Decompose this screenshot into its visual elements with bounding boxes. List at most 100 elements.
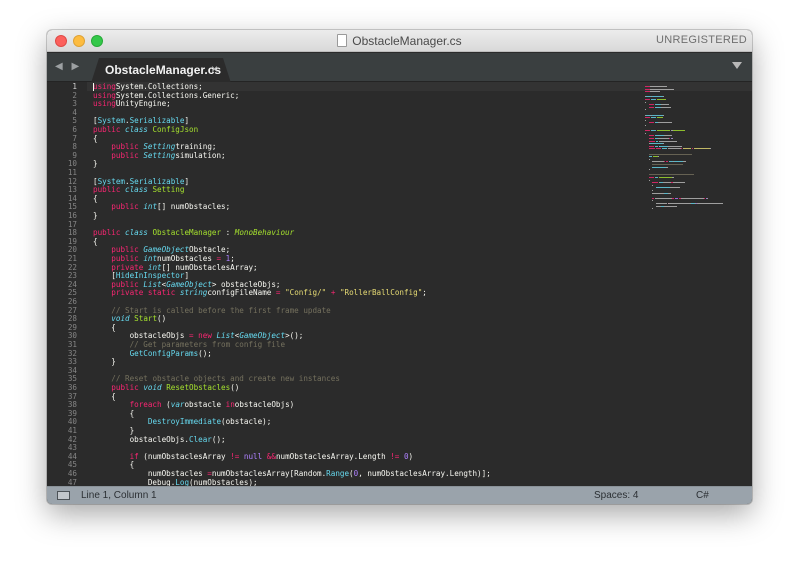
code-token: string	[179, 288, 208, 298]
minimap-stroke	[648, 169, 650, 171]
minimap-stroke	[655, 187, 671, 189]
minimap-stroke	[656, 99, 666, 100]
code-token: static	[147, 288, 176, 298]
code-token: }	[93, 357, 116, 367]
code-line[interactable]: usingUnityEngine;	[93, 99, 171, 109]
code-line[interactable]: obstacleObjs.Clear();	[93, 434, 226, 445]
minimap-stroke	[648, 135, 654, 137]
minimap-stroke	[649, 143, 663, 145]
minimap-stroke	[648, 106, 654, 108]
panel-toggle-icon[interactable]	[57, 491, 70, 500]
code-token: >();	[285, 331, 304, 341]
code-token: configFileName	[207, 288, 276, 298]
minimap-stroke	[693, 148, 710, 150]
minimap-stroke	[648, 156, 653, 158]
code-token: simulation;	[175, 150, 226, 160]
window-title-wrap: ObstacleManager.cs	[47, 33, 752, 49]
tab-close-icon[interactable]: ×	[211, 62, 218, 76]
minimap-stroke	[659, 145, 669, 147]
code-token: ()	[230, 383, 240, 392]
minimap-stroke	[663, 135, 672, 137]
minimap-stroke	[657, 122, 672, 124]
minimap-stroke	[654, 135, 664, 137]
code-token: ()	[157, 314, 167, 324]
code-area[interactable]: usingSystem.Collections; usingSystem.Coll…	[93, 82, 633, 486]
code-line[interactable]: public class ObstacleManager : MonoBehav…	[93, 228, 294, 238]
tab-dropdown-icon[interactable]	[732, 62, 742, 69]
code-editor[interactable]: 1 2 3 4 5 6 7 8 9 10 11 12 13 14 15 16 17 18 19 20 21 22 23 24 2…	[47, 82, 752, 486]
code-token: class	[125, 228, 148, 238]
code-line[interactable]: if (numObstaclesArray != null &&numObsta…	[93, 451, 414, 462]
code-token: }	[93, 159, 98, 169]
tab-bar: ◀ ▶ ObstacleManager.cs ×	[47, 53, 752, 82]
minimap-stroke	[652, 182, 659, 184]
minimap-stroke	[663, 143, 664, 145]
line-number-gutter: 1 2 3 4 5 6 7 8 9 10 11 12 13 14 15 16 17 18 19 20 21 22 23 24 2…	[47, 82, 87, 486]
code-token: Setting	[152, 185, 185, 195]
text-cursor	[93, 83, 94, 91]
code-token: Setting	[143, 150, 176, 160]
code-token: in	[225, 400, 235, 410]
code-line[interactable]: private static stringconfigFileName = "C…	[93, 289, 427, 298]
minimap-stroke	[670, 187, 681, 189]
minimap-stroke	[697, 203, 724, 204]
code-token: :	[221, 228, 235, 238]
minimap-stroke	[659, 177, 672, 178]
minimap-stroke	[651, 99, 656, 100]
minimap[interactable]	[643, 82, 752, 242]
indentation-setting[interactable]: Spaces: 4	[594, 490, 638, 501]
minimap-stroke	[651, 117, 656, 119]
status-bar: Line 1, Column 1 Spaces: 4 C#	[47, 486, 752, 504]
code-token: class	[125, 125, 148, 134]
code-token: Clear	[189, 434, 212, 444]
title-bar[interactable]: ObstacleManager.cs UNREGISTERED	[47, 30, 752, 52]
minimap-stroke	[652, 164, 683, 165]
minimap-stroke	[648, 145, 654, 147]
code-line[interactable]: }	[93, 357, 116, 367]
minimap-stroke	[648, 148, 655, 150]
code-token: (obstacle);	[221, 417, 272, 427]
code-token: (numObstacles);	[189, 477, 258, 486]
minimap-stroke	[652, 114, 663, 116]
minimap-stroke	[648, 138, 654, 139]
minimap-stroke	[667, 148, 681, 150]
minimap-stroke	[703, 197, 706, 199]
code-token: obstacle	[184, 400, 226, 410]
code-token: ();	[211, 434, 226, 444]
code-line[interactable]: }	[93, 211, 98, 221]
code-token: ]	[184, 176, 190, 186]
line-number: 47	[67, 477, 77, 486]
code-token: ObstacleManager	[152, 228, 222, 238]
syntax-selector[interactable]: C#	[696, 490, 709, 501]
code-token: public	[111, 150, 139, 160]
tab-navigation-arrows-icon[interactable]: ◀ ▶	[55, 61, 82, 72]
code-line[interactable]: public class Setting	[93, 185, 185, 195]
code-token: private	[111, 288, 144, 298]
code-token: "RollerBallConfig"	[339, 288, 423, 298]
code-token: numObstaclesArray.Length	[275, 451, 391, 461]
code-token: int	[143, 202, 158, 212]
code-token: UnityEngine;	[115, 99, 171, 109]
document-icon	[337, 34, 348, 47]
minimap-stroke	[648, 158, 650, 160]
minimap-stroke	[681, 197, 704, 199]
code-line[interactable]: public int[] numObstacles;	[93, 203, 230, 212]
code-token: Log	[175, 477, 190, 486]
minimap-stroke	[682, 161, 687, 163]
cursor-position[interactable]: Line 1, Column 1	[81, 490, 157, 501]
code-token: ;	[422, 288, 427, 298]
minimap-stroke	[652, 161, 664, 163]
minimap-stroke	[648, 153, 692, 155]
code-line[interactable]: public Settingsimulation;	[93, 150, 226, 161]
code-token: Debug.	[93, 477, 176, 486]
code-line[interactable]: }	[93, 160, 98, 169]
tab-obstaclemanager[interactable]: ObstacleManager.cs ×	[91, 58, 231, 83]
minimap-stroke	[645, 109, 646, 111]
minimap-stroke	[707, 197, 709, 199]
code-line[interactable]: public class ConfigJson	[93, 125, 198, 135]
code-line[interactable]: Debug.Log(numObstacles);	[93, 477, 258, 486]
minimap-stroke	[645, 125, 646, 126]
minimap-stroke	[645, 101, 646, 103]
minimap-stroke	[672, 177, 674, 178]
code-token: foreach	[129, 400, 162, 410]
